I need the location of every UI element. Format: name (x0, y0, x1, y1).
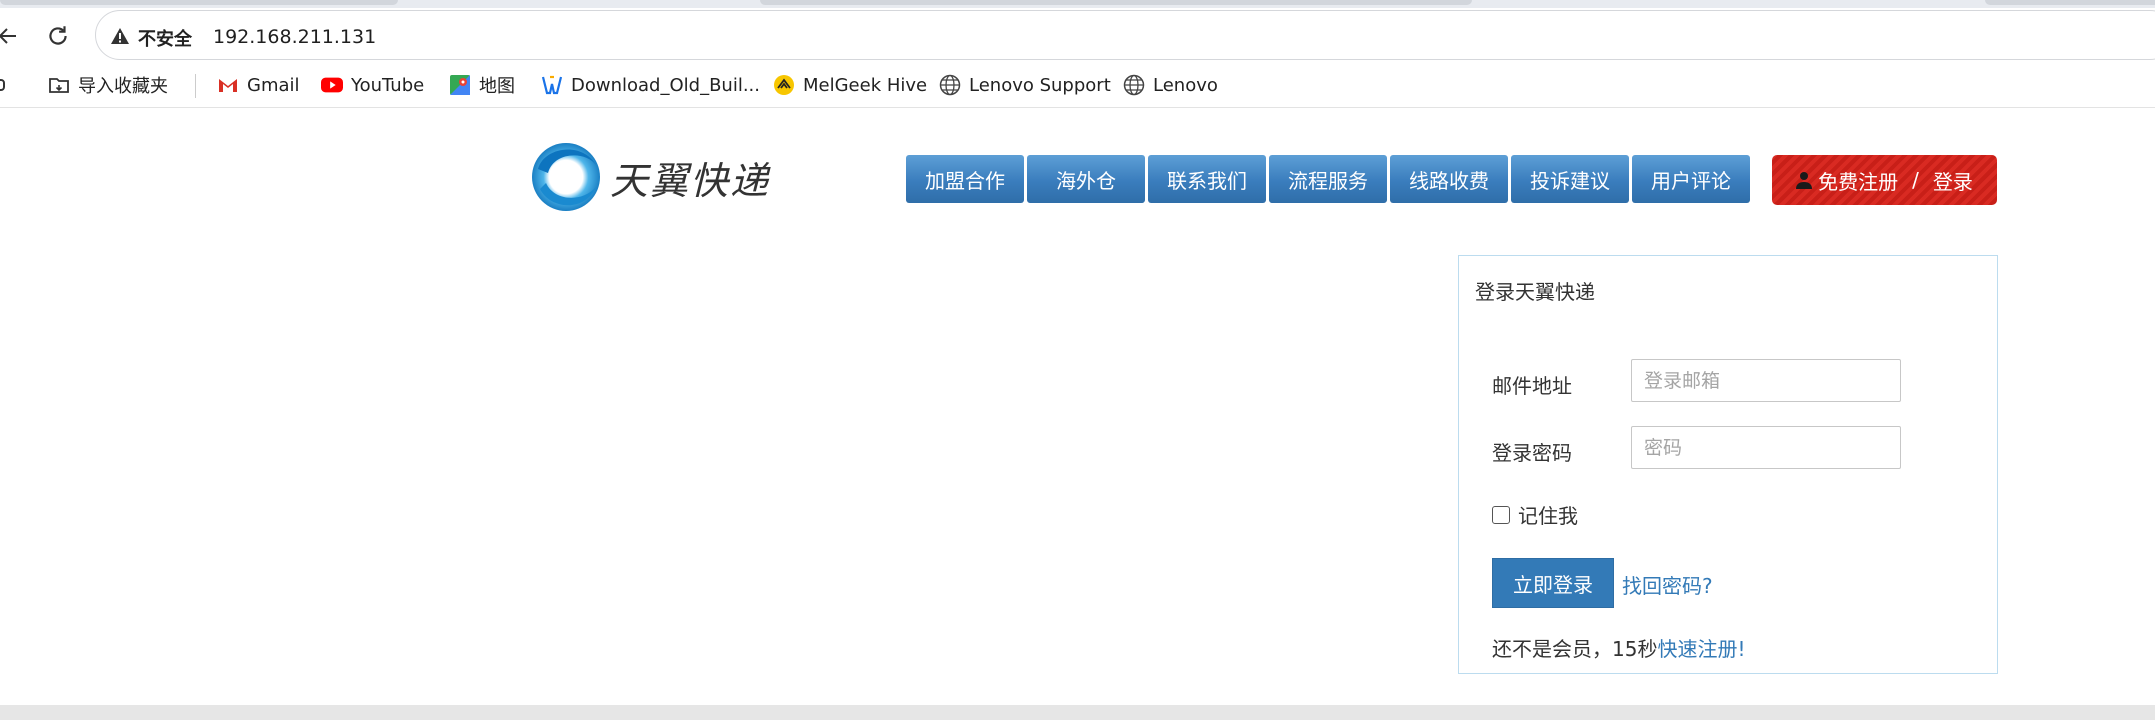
remember-checkbox[interactable] (1492, 505, 1510, 524)
bookmark-gmail[interactable]: Gmail (217, 72, 300, 98)
bookmark-lenovo-support[interactable]: Lenovo Support (939, 72, 1111, 98)
bookmarks-bar: 导入收藏夹 Gmail YouTube 地图 Download_Old_Buil… (0, 62, 2155, 108)
bookmark-melgeek[interactable]: MelGeek Hive (773, 72, 927, 98)
youtube-icon (321, 74, 343, 96)
password-field[interactable] (1631, 426, 1901, 469)
bookmark-label: 地图 (479, 76, 515, 97)
signup-prompt: 还不是会员，15秒快速注册! (1492, 633, 1745, 662)
site-logo[interactable]: 天翼快递 (530, 139, 770, 215)
email-field[interactable] (1631, 359, 1901, 402)
quick-register-link[interactable]: 快速注册! (1657, 637, 1745, 661)
bookmark-youtube[interactable]: YouTube (321, 72, 424, 98)
security-label[interactable]: 不安全 (138, 25, 192, 51)
bookmark-import[interactable]: 导入收藏夹 (48, 72, 168, 98)
remember-label: 记住我 (1518, 504, 1578, 528)
bookmark-overflow[interactable] (0, 72, 10, 98)
browser-tab[interactable] (760, 0, 1472, 5)
reload-icon (49, 26, 67, 45)
bookmark-label: Lenovo Support (969, 74, 1111, 96)
bookmark-label: 导入收藏夹 (78, 76, 168, 97)
browser-tab[interactable] (0, 0, 398, 5)
bookmark-apps-icon (0, 74, 10, 96)
login-panel: 登录天翼快递 邮件地址 登录密码 记住我 立即登录 找回密码? 还不是会员，15… (1458, 255, 1998, 674)
globe-icon (1123, 74, 1145, 96)
login-title: 登录天翼快递 (1475, 280, 1595, 304)
page-bottom-bar (0, 705, 2155, 720)
warning-icon[interactable] (110, 26, 130, 46)
user-icon (1796, 172, 1813, 189)
back-button[interactable] (0, 20, 24, 52)
forgot-password-link[interactable]: 找回密码? (1622, 570, 1713, 599)
tab-strip (0, 0, 2155, 8)
nav-item-overseas-warehouse[interactable]: 海外仓 (1027, 155, 1145, 203)
reload-button[interactable] (42, 20, 74, 52)
address-bar[interactable]: 不安全 192.168.211.131 (95, 10, 2155, 60)
login-submit-button[interactable]: 立即登录 (1492, 558, 1614, 608)
bookmark-label: Download_Old_Buil... (571, 74, 760, 96)
page-content: 天翼快递 加盟合作 海外仓 联系我们 流程服务 线路收费 投诉建议 用户评论 免… (0, 109, 2155, 705)
nav-item-pricing[interactable]: 线路收费 (1390, 155, 1508, 203)
bookmark-lenovo[interactable]: Lenovo (1123, 72, 1218, 98)
bookmark-download[interactable]: Download_Old_Buil... (541, 72, 760, 98)
nav-item-reviews[interactable]: 用户评论 (1632, 155, 1750, 203)
bookmark-label: MelGeek Hive (803, 74, 928, 96)
bookmark-label: Lenovo (1153, 74, 1218, 96)
maps-icon (449, 74, 471, 96)
bookmark-maps[interactable]: 地图 (449, 72, 515, 98)
melgeek-icon (773, 74, 795, 96)
signup-prefix: 还不是会员， (1492, 637, 1612, 661)
login-link[interactable]: 登录 (1933, 166, 1973, 195)
back-arrow-icon (0, 28, 16, 44)
signup-countdown: 15 (1612, 637, 1638, 661)
download-site-icon (541, 74, 563, 96)
gmail-icon (217, 74, 239, 96)
register-link[interactable]: 免费注册 (1818, 166, 1898, 195)
email-label: 邮件地址 (1492, 374, 1572, 398)
browser-tab[interactable] (1985, 0, 2155, 5)
bookmark-divider (195, 74, 196, 98)
password-label: 登录密码 (1492, 441, 1572, 465)
browser-toolbar: 不安全 192.168.211.131 (0, 8, 2155, 61)
folder-import-icon (48, 74, 70, 96)
bookmark-label: Gmail (247, 74, 300, 96)
nav-item-complaints[interactable]: 投诉建议 (1511, 155, 1629, 203)
url-text[interactable]: 192.168.211.131 (213, 26, 376, 48)
logo-text: 天翼快递 (610, 158, 771, 203)
remember-me[interactable]: 记住我 (1492, 500, 1578, 529)
logo-swirl-icon (532, 143, 600, 211)
signup-unit: 秒 (1637, 637, 1658, 661)
register-login-button[interactable]: 免费注册 / 登录 (1772, 155, 1997, 205)
nav-item-contact[interactable]: 联系我们 (1148, 155, 1266, 203)
nav-item-franchise[interactable]: 加盟合作 (906, 155, 1024, 203)
main-nav: 加盟合作 海外仓 联系我们 流程服务 线路收费 投诉建议 用户评论 (906, 155, 1750, 203)
nav-item-process[interactable]: 流程服务 (1269, 155, 1387, 203)
bookmark-label: YouTube (351, 74, 425, 96)
separator-slash: / (1912, 168, 1919, 192)
globe-icon (939, 74, 961, 96)
